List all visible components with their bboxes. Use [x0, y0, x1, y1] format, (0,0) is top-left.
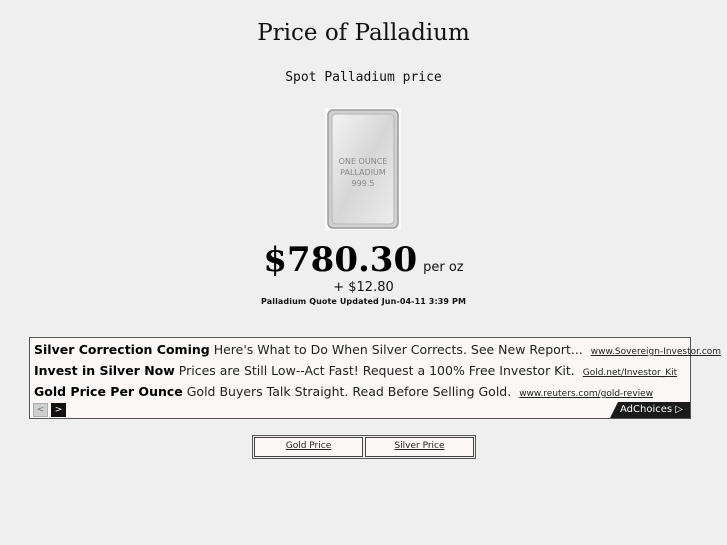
adchoices-label[interactable]: AdChoices ▷: [620, 404, 683, 415]
quote-updated: Palladium Quote Updated Jun-04-11 3:39 P…: [260, 297, 467, 306]
ad-text: Prices are Still Low--Act Fast! Request …: [178, 363, 575, 378]
gold-price-link[interactable]: Gold Price: [254, 437, 363, 457]
bar-text-line3: 999.5: [352, 179, 375, 188]
bar-text-line2: PALLADIUM: [340, 168, 386, 177]
ad-text: Here's What to Do When Silver Corrects. …: [213, 342, 583, 357]
price-unit: per oz: [423, 260, 464, 275]
ad-headline[interactable]: Invest in Silver Now: [34, 363, 175, 378]
ad-text: Gold Buyers Talk Straight. Read Before S…: [186, 384, 512, 399]
palladium-bar-image: ONE OUNCE PALLADIUM 999.5: [325, 108, 401, 230]
ad-item[interactable]: Gold Price Per Ounce Gold Buyers Talk St…: [34, 384, 653, 399]
page-subtitle: Spot Palladium price: [285, 70, 442, 85]
spot-price: $780.30: [263, 240, 418, 280]
ad-item[interactable]: Invest in Silver Now Prices are Still Lo…: [34, 363, 677, 378]
ad-next-button[interactable]: >: [51, 403, 66, 417]
ad-prev-button[interactable]: <: [33, 403, 48, 417]
price-row: $780.30 per oz: [0, 240, 727, 280]
ad-box: Silver Correction Coming Here's What to …: [29, 337, 721, 419]
ad-nav: < >: [33, 403, 66, 417]
ad-url[interactable]: www.Sovereign-Investor.com: [591, 347, 721, 357]
ad-url[interactable]: Gold.net/Investor_Kit: [583, 368, 677, 378]
price-links: Gold Price Silver Price: [252, 435, 476, 459]
bar-text-line1: ONE OUNCE: [339, 157, 388, 166]
price-change: + $12.80: [333, 280, 394, 295]
silver-price-link[interactable]: Silver Price: [365, 437, 474, 457]
ad-headline[interactable]: Silver Correction Coming: [34, 342, 210, 357]
ad-headline[interactable]: Gold Price Per Ounce: [34, 384, 183, 399]
ad-item[interactable]: Silver Correction Coming Here's What to …: [34, 342, 721, 357]
ad-url[interactable]: www.reuters.com/gold-review: [519, 389, 653, 399]
page-title: Price of Palladium: [257, 20, 470, 46]
adchoices-badge[interactable]: AdChoices ▷: [610, 402, 690, 418]
